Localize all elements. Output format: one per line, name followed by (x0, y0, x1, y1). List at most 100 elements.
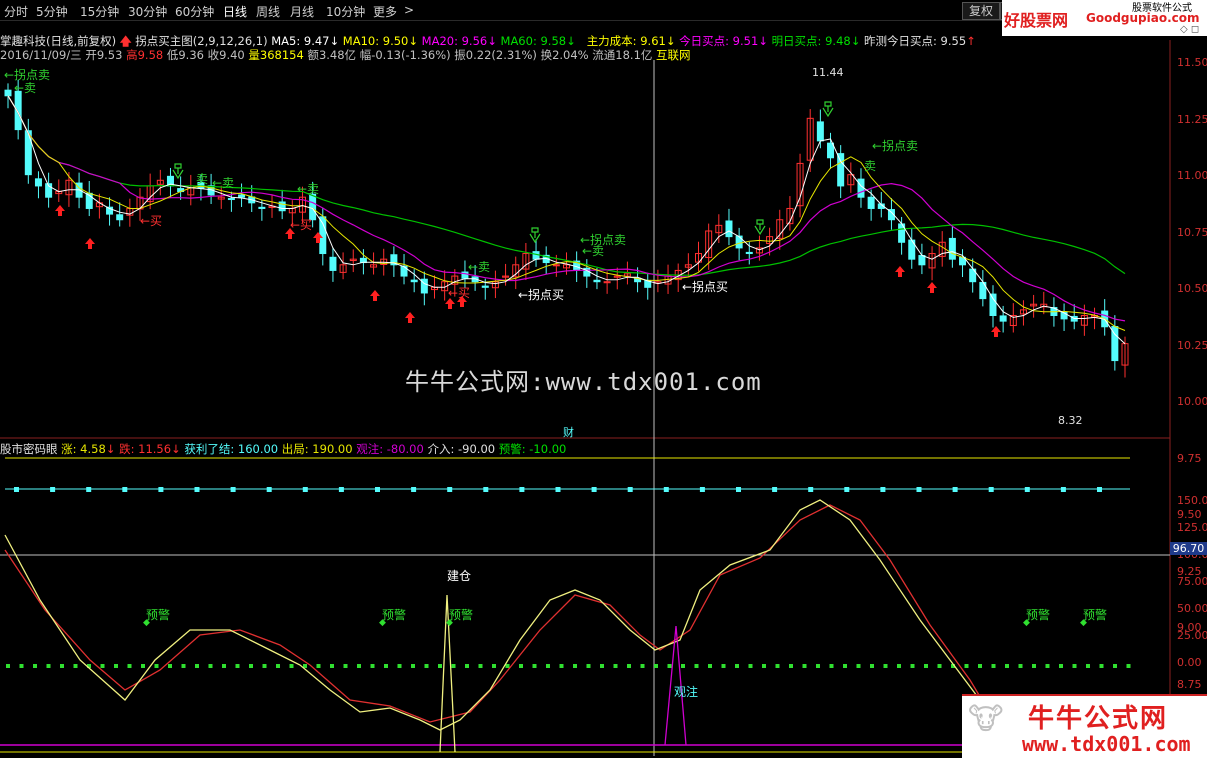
warn-dot (924, 664, 928, 668)
buy-arrows (55, 205, 1001, 337)
candle-body (24, 130, 32, 176)
price-tick: 11.00 (1177, 169, 1207, 182)
price-tick: 8.75 (1177, 677, 1202, 691)
exit-dot (230, 487, 236, 492)
warn-dot (735, 664, 739, 668)
candle-body (258, 206, 266, 209)
warn-dot (168, 664, 172, 668)
ma10-line (7, 95, 1126, 331)
warn-dot (397, 664, 402, 668)
exit-dot (194, 487, 200, 492)
ind-exit: 出局: 190.00 (281, 442, 353, 456)
exit-dot (483, 487, 489, 492)
warn-diamond-icon: ◆ (379, 618, 386, 628)
warn-dot (154, 664, 159, 668)
signal-label: 卖 (864, 159, 877, 173)
exit-dot (447, 487, 453, 492)
warn-dot (357, 664, 361, 668)
warn-dot (195, 664, 199, 668)
exit-dot (14, 487, 19, 492)
warn-dot (1005, 664, 1009, 668)
candle-body (4, 89, 12, 97)
warn-dot (384, 664, 388, 668)
warn-dot (19, 664, 24, 668)
candle-body (735, 235, 743, 249)
buy-arrow-icon (927, 282, 937, 293)
warn-dot (519, 664, 523, 668)
indicator-tick: 25.00 (1177, 629, 1207, 642)
exit-dot (122, 487, 128, 492)
candle-body (329, 256, 337, 271)
exit-dot (411, 487, 417, 492)
price-tick: 10.25 (1177, 338, 1207, 352)
buy-arrow-icon (991, 326, 1001, 337)
warn-diamond-icon: ◆ (1080, 618, 1087, 628)
indicator-header: 股市密码眼 涨: 4.58↓ 跌: 11.56↓ 获利了结: 160.00 出局… (0, 442, 567, 456)
candle-body (552, 264, 560, 267)
candle-body (989, 293, 997, 317)
warn-dot (708, 664, 712, 668)
candle-body (238, 194, 246, 198)
exit-dot (375, 487, 380, 492)
warn-dot (411, 664, 415, 668)
warn-dot (1032, 664, 1036, 668)
candle-body (481, 285, 489, 288)
watermark: 牛牛公式网:www.tdx001.com (405, 368, 762, 396)
indicator-tick: 75.00 (1177, 575, 1207, 588)
exit-dot (916, 487, 922, 492)
buy-arrow-icon (55, 205, 65, 216)
bottom-logo: 🐮 牛牛公式网 www.tdx001.com (962, 694, 1207, 758)
warn-dot (775, 664, 780, 668)
warn-dot (1045, 664, 1050, 668)
exit-dot (988, 487, 994, 492)
sell-arrow-icon (822, 101, 834, 118)
buy-arrow-icon (370, 290, 380, 301)
warn-dot (249, 664, 253, 668)
exit-dot (1060, 487, 1066, 492)
warn-dot (573, 664, 577, 668)
warn-dot (681, 664, 685, 668)
exit-dot (880, 487, 886, 492)
warn-dot (46, 664, 51, 668)
candlesticks (4, 79, 1129, 378)
candle-body (948, 237, 956, 260)
signal-label: ←卖 (468, 260, 491, 274)
warn-dot (370, 664, 375, 668)
warn-dot (424, 664, 429, 668)
warn-dot (1099, 664, 1104, 668)
warn-dot (235, 664, 240, 668)
bottom-logo-url: www.tdx001.com (1022, 732, 1191, 756)
candle-body (867, 196, 875, 209)
price-tick: 9.75 (1177, 451, 1202, 465)
warn-dot (1086, 664, 1090, 668)
candle-body (827, 142, 835, 159)
warn-dot (1018, 664, 1023, 668)
warn-dot (991, 664, 996, 668)
warn-dot (897, 664, 901, 668)
candle-body (593, 279, 601, 283)
moving-averages (7, 95, 1126, 345)
signal-label: ←卖 (212, 176, 235, 190)
warn-dot (465, 664, 469, 668)
warn-dot (276, 664, 280, 668)
warn-dot (289, 664, 294, 668)
candle-body (837, 153, 845, 187)
signal-label: ←卖 (582, 244, 605, 258)
warn-dot (829, 664, 834, 668)
warn-dot (667, 664, 672, 668)
warn-dot (60, 664, 64, 668)
warn-diamond-icon: ◆ (143, 618, 150, 628)
candle-body (532, 251, 540, 260)
warn-dot (910, 664, 915, 668)
indicator-value-box: 96.70 (1170, 542, 1207, 555)
warn-dot (100, 664, 105, 668)
ind-down: 跌: 11.56 (119, 442, 172, 456)
price-tick: 11.25 (1177, 112, 1207, 126)
exit-dot (519, 487, 525, 492)
signal-label: ←买 (290, 218, 313, 232)
cai-label: 财 (563, 426, 574, 439)
warn-diamond-icon: ◆ (1023, 618, 1030, 628)
ma5-line (7, 95, 1126, 345)
exit-dot (699, 487, 705, 492)
warn-dot (546, 664, 550, 668)
